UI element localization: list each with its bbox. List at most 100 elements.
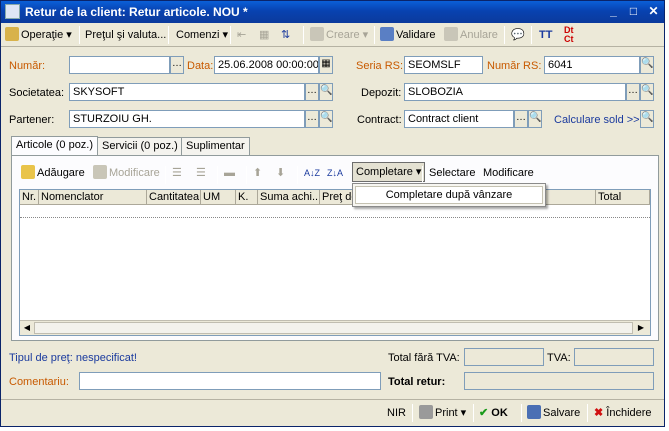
nav-mid-icon[interactable]: ▦ [259,26,269,44]
window-title: Retur de la client: Retur articole. NOU … [25,5,248,19]
nav-first-icon[interactable]: ⇤ [237,26,246,44]
partener-label: Partener: [9,114,55,126]
col-nr[interactable]: Nr. [20,190,39,205]
modificare2-button[interactable]: Modificare [483,164,534,182]
date-input[interactable]: 25.06.2008 00:00:00 [214,56,319,74]
operatie-label: Operaţie [21,29,64,41]
minimize-button[interactable]: _ [605,4,622,20]
col-cantitatea[interactable]: Cantitatea [147,190,201,205]
contract-search-icon[interactable]: 🔍 [528,110,542,128]
maximize-button[interactable]: □ [625,4,642,20]
modificare-button[interactable]: Modificare [93,164,160,182]
anulare-label: Anulare [460,29,498,41]
salvare-label: Salvare [543,407,581,419]
operatie-menu[interactable]: Operaţie ▾ [5,26,72,44]
sort-desc-icon[interactable]: Z↓A [327,164,343,182]
nir-button[interactable]: NIR [387,404,406,422]
selectare-button[interactable]: Selectare [429,164,475,182]
partener-search-icon[interactable]: 🔍 [319,110,333,128]
validate-icon [380,27,394,41]
col-total[interactable]: Total [596,190,650,205]
partener-input[interactable]: STURZOIU GH. [69,110,305,128]
check-icon: ✔ [479,407,489,419]
soc-search-icon[interactable]: 🔍 [319,83,333,101]
scroll-left-icon[interactable]: ◀ [21,322,33,334]
partener-browse-button[interactable]: … [305,110,319,128]
comenzi-menu[interactable]: Comenzi ▾ [176,26,228,44]
calc-search-icon[interactable]: 🔍 [640,110,654,128]
anulare-button[interactable]: Anulare [444,26,498,44]
articole-panel: Adăugare Modificare ☰ ☰ ▬ ⬆ ⬇ A↓Z Z↓A Co… [11,155,659,341]
nrrs-search-icon[interactable]: 🔍 [640,56,654,74]
comentariu-input[interactable] [79,372,381,390]
data-label: Data: [187,60,214,72]
horizontal-scrollbar[interactable]: ◀ ▶ [20,320,650,335]
tab-servicii[interactable]: Servicii (0 poz.) [97,137,183,155]
seria-input[interactable]: SEOMSLF [404,56,483,74]
comenzi-label: Comenzi [176,29,220,41]
pretul-button[interactable]: Preţul şi valuta... [85,26,166,44]
col-um[interactable]: UM [201,190,236,205]
save-icon [527,405,541,419]
numar-label: Număr: [9,60,46,72]
seria-label: Seria RS: [356,60,404,72]
create-icon [310,27,324,41]
numar-input[interactable] [69,56,170,74]
contract-browse-button[interactable]: … [514,110,528,128]
adaugare-button[interactable]: Adăugare [21,164,85,182]
refresh-icon[interactable]: ⇅ [281,26,290,44]
print-menu[interactable]: Print ▾ [419,404,466,422]
outdent-icon[interactable]: ☰ [196,164,206,182]
edit-icon [93,165,107,179]
numar-browse-button[interactable]: … [170,56,184,74]
close-x-icon: ✖ [594,407,604,419]
calculare-sold-link[interactable]: Calculare sold >> [554,114,640,126]
close-button[interactable]: ✕ [645,4,662,20]
cancel-doc-icon [444,27,458,41]
articles-grid[interactable]: Nr. Nomenclator Cantitatea UM K. Suma ac… [19,189,651,336]
depozit-search-icon[interactable]: 🔍 [640,83,654,101]
depozit-browse-button[interactable]: … [626,83,640,101]
scroll-thumb[interactable] [34,322,633,334]
indent-icon[interactable]: ☰ [172,164,182,182]
col-suma[interactable]: Suma achi... [258,190,320,205]
depozit-input[interactable]: SLOBOZIA [404,83,626,101]
soc-browse-button[interactable]: … [305,83,319,101]
creare-label: Creare [326,29,360,41]
completare-menu[interactable]: Completare ▾ [352,162,426,182]
inchidere-button[interactable]: ✖ Închidere [594,404,652,422]
depozit-label: Depozit: [361,87,402,99]
chat-icon[interactable]: 💬 [511,26,525,44]
main-toolbar: Operaţie ▾ Preţul şi valuta... Comenzi ▾… [1,23,664,47]
title-bar: Retur de la client: Retur articole. NOU … [1,1,664,23]
app-icon [5,4,20,19]
calendar-icon[interactable]: ▦ [319,56,333,74]
soc-input[interactable]: SKYSOFT [69,83,305,101]
move-down-icon[interactable]: ⬇ [276,164,285,182]
delete-row-icon[interactable]: ▬ [224,164,235,182]
salvare-button[interactable]: Salvare [527,404,580,422]
soc-label: Societatea: [9,87,65,99]
completare-dupa-vanzare-item[interactable]: Completare după vânzare [355,186,543,204]
total-fara-label: Total fără TVA: [388,352,460,364]
completare-label: Completare [356,166,413,178]
contract-input[interactable]: Contract client [404,110,514,128]
total-retur-field [464,372,654,390]
tab-articole[interactable]: Articole (0 poz.) [11,136,99,155]
col-nomenclator[interactable]: Nomenclator [39,190,147,205]
creare-menu[interactable]: Creare ▾ [310,26,368,44]
bottom-bar: NIR Print ▾ ✔ OK Salvare ✖ Închidere [1,399,664,426]
contract-label: Contract: [357,114,402,126]
table-row[interactable] [20,206,650,218]
font-size-icon[interactable]: TT [539,26,552,44]
scroll-right-icon[interactable]: ▶ [635,322,647,334]
sort-asc-icon[interactable]: A↓Z [304,164,320,182]
ok-button[interactable]: ✔ OK [479,404,508,422]
app-window: Retur de la client: Retur articole. NOU … [0,0,665,427]
validare-button[interactable]: Validare [380,26,436,44]
move-up-icon[interactable]: ⬆ [253,164,262,182]
col-k[interactable]: K. [236,190,258,205]
debit-credit-icon[interactable]: Dt Ct [564,26,574,44]
nrrs-input[interactable]: 6041 [544,56,640,74]
tab-suplimentar[interactable]: Suplimentar [181,137,250,155]
